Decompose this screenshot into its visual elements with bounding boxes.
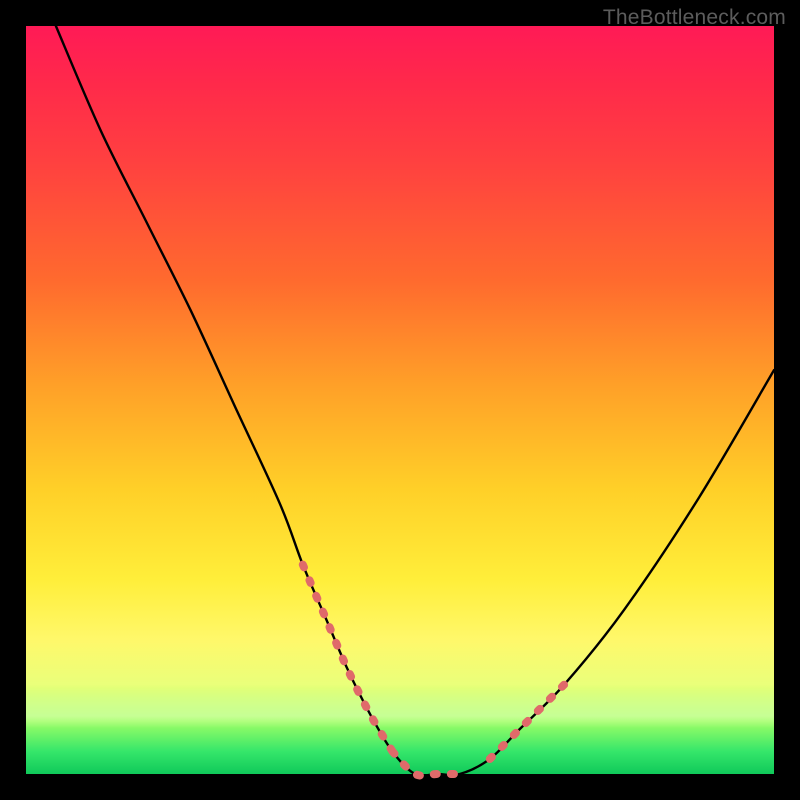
bottleneck-curve: [56, 26, 774, 776]
left-arm-dotted: [303, 565, 393, 752]
curve-layer: [26, 26, 774, 774]
chart-frame: TheBottleneck.com: [0, 0, 800, 800]
trough-dotted: [393, 752, 460, 776]
highlight-dotted-group: [303, 565, 565, 776]
right-arm-dotted: [490, 684, 565, 759]
